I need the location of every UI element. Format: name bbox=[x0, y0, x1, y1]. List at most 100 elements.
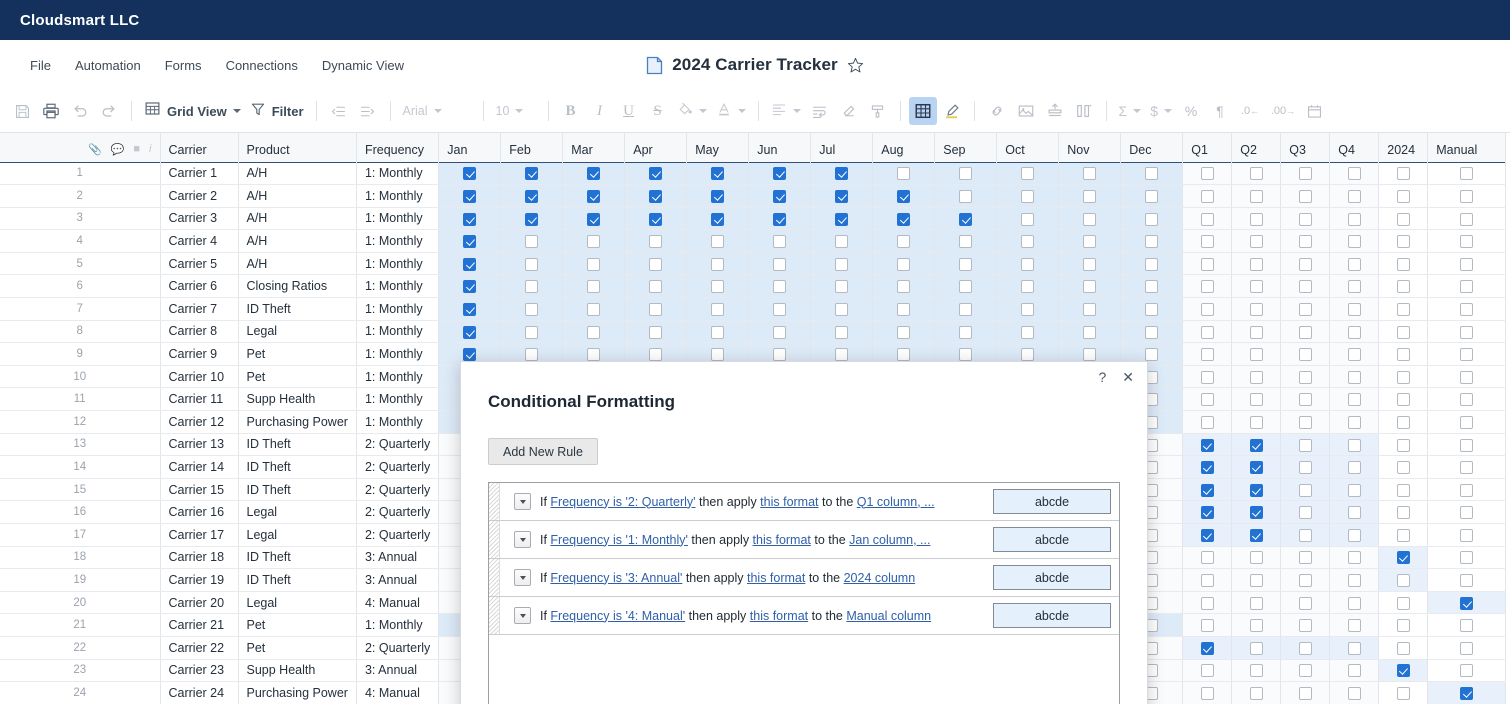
rule-drag-handle[interactable] bbox=[489, 597, 500, 634]
checkbox-unchecked[interactable] bbox=[1298, 438, 1312, 452]
checkbox-checked[interactable] bbox=[1460, 596, 1474, 610]
decrease-decimal-icon[interactable]: .0← bbox=[1235, 97, 1265, 125]
checkbox-unchecked[interactable] bbox=[1298, 528, 1312, 542]
rule-format-preview[interactable]: abcde bbox=[993, 527, 1111, 552]
checkbox-checked[interactable] bbox=[463, 212, 477, 226]
checkbox-cell-jun[interactable] bbox=[748, 162, 812, 186]
frequency-cell[interactable]: 3: Annual bbox=[356, 659, 440, 683]
undo-icon[interactable] bbox=[66, 97, 94, 125]
checkbox-cell-manual[interactable] bbox=[1427, 252, 1507, 276]
product-cell[interactable]: A/H bbox=[238, 252, 357, 276]
checkbox-cell-feb[interactable] bbox=[500, 297, 564, 321]
rule-format-link[interactable]: this format bbox=[753, 533, 811, 547]
checkbox-cell-q4[interactable] bbox=[1329, 568, 1380, 592]
checkbox-unchecked[interactable] bbox=[1396, 280, 1410, 294]
checkbox-unchecked[interactable] bbox=[711, 325, 725, 339]
column-header-jun[interactable]: Jun bbox=[748, 133, 812, 162]
checkbox-unchecked[interactable] bbox=[525, 348, 539, 362]
row-number[interactable]: 6 bbox=[0, 274, 161, 299]
checkbox-cell-q3[interactable] bbox=[1280, 636, 1331, 660]
row-number[interactable]: 14 bbox=[0, 455, 161, 479]
checkbox-unchecked[interactable] bbox=[1021, 325, 1035, 339]
frequency-cell[interactable]: 1: Monthly bbox=[356, 162, 440, 186]
checkbox-cell-q1[interactable] bbox=[1182, 410, 1233, 434]
checkbox-unchecked[interactable] bbox=[1298, 664, 1312, 678]
checkbox-checked[interactable] bbox=[959, 212, 973, 226]
checkbox-unchecked[interactable] bbox=[1347, 664, 1361, 678]
insert-row-icon[interactable] bbox=[1041, 97, 1069, 125]
rule-format-preview[interactable]: abcde bbox=[993, 565, 1111, 590]
row-number[interactable]: 13 bbox=[0, 433, 161, 457]
carrier-cell[interactable]: Carrier 2 bbox=[160, 184, 239, 208]
checkbox-unchecked[interactable] bbox=[1249, 257, 1263, 271]
row-number[interactable]: 22 bbox=[0, 636, 161, 660]
checkbox-cell-manual[interactable] bbox=[1427, 681, 1507, 704]
checkbox-cell-apr[interactable] bbox=[624, 297, 688, 321]
bold-button[interactable]: B bbox=[557, 97, 585, 125]
checkbox-cell-apr[interactable] bbox=[624, 184, 688, 208]
checkbox-unchecked[interactable] bbox=[1200, 415, 1214, 429]
checkbox-unchecked[interactable] bbox=[1396, 528, 1410, 542]
product-cell[interactable]: Purchasing Power bbox=[238, 681, 357, 704]
checkbox-unchecked[interactable] bbox=[1083, 235, 1097, 249]
checkbox-cell-2024[interactable] bbox=[1378, 546, 1429, 570]
checkbox-cell-q1[interactable] bbox=[1182, 455, 1233, 479]
font-family-selector[interactable]: Arial bbox=[399, 97, 475, 125]
checkbox-cell-oct[interactable] bbox=[996, 297, 1060, 321]
checkbox-unchecked[interactable] bbox=[1347, 596, 1361, 610]
checkbox-unchecked[interactable] bbox=[649, 348, 663, 362]
checkbox-cell-may[interactable] bbox=[686, 229, 750, 253]
checkbox-cell-q2[interactable] bbox=[1231, 365, 1282, 389]
menu-item-file[interactable]: File bbox=[18, 54, 63, 77]
checkbox-unchecked[interactable] bbox=[1298, 551, 1312, 565]
checkbox-cell-manual[interactable] bbox=[1427, 523, 1507, 547]
checkbox-cell-q4[interactable] bbox=[1329, 162, 1380, 186]
carrier-cell[interactable]: Carrier 18 bbox=[160, 546, 239, 570]
checkbox-unchecked[interactable] bbox=[959, 280, 973, 294]
checkbox-cell-jul[interactable] bbox=[810, 274, 874, 299]
product-cell[interactable]: Pet bbox=[238, 365, 357, 389]
checkbox-cell-q1[interactable] bbox=[1182, 342, 1233, 366]
checkbox-checked[interactable] bbox=[1396, 664, 1410, 678]
checkbox-cell-q2[interactable] bbox=[1231, 591, 1282, 615]
checkbox-cell-aug[interactable] bbox=[872, 229, 936, 253]
checkbox-cell-nov[interactable] bbox=[1058, 297, 1122, 321]
checkbox-cell-manual[interactable] bbox=[1427, 184, 1507, 208]
checkbox-unchecked[interactable] bbox=[1460, 641, 1474, 655]
checkbox-cell-dec[interactable] bbox=[1120, 274, 1184, 299]
checkbox-unchecked[interactable] bbox=[1200, 325, 1214, 339]
checkbox-unchecked[interactable] bbox=[1347, 167, 1361, 181]
checkbox-unchecked[interactable] bbox=[773, 325, 787, 339]
frequency-cell[interactable]: 1: Monthly bbox=[356, 387, 440, 412]
checkbox-cell-jul[interactable] bbox=[810, 162, 874, 186]
checkbox-cell-2024[interactable] bbox=[1378, 184, 1429, 208]
frequency-cell[interactable]: 2: Quarterly bbox=[356, 523, 440, 547]
checkbox-unchecked[interactable] bbox=[1298, 393, 1312, 407]
add-new-rule-button[interactable]: Add New Rule bbox=[488, 438, 598, 465]
checkbox-checked[interactable] bbox=[649, 212, 663, 226]
checkbox-unchecked[interactable] bbox=[959, 348, 973, 362]
checkbox-unchecked[interactable] bbox=[1200, 280, 1214, 294]
checkbox-cell-q3[interactable] bbox=[1280, 410, 1331, 434]
checkbox-cell-nov[interactable] bbox=[1058, 162, 1122, 186]
checkbox-unchecked[interactable] bbox=[1460, 167, 1474, 181]
checkbox-cell-q2[interactable] bbox=[1231, 681, 1282, 704]
borders-icon[interactable] bbox=[908, 97, 937, 125]
checkbox-cell-q4[interactable] bbox=[1329, 184, 1380, 208]
checkbox-cell-q3[interactable] bbox=[1280, 252, 1331, 276]
checkbox-cell-jul[interactable] bbox=[810, 252, 874, 276]
checkbox-unchecked[interactable] bbox=[1460, 280, 1474, 294]
frequency-cell[interactable]: 1: Monthly bbox=[356, 410, 440, 434]
checkbox-checked[interactable] bbox=[463, 189, 477, 203]
rule-target-link[interactable]: Q1 column, ... bbox=[857, 495, 935, 509]
checkbox-cell-jul[interactable] bbox=[810, 297, 874, 321]
checkbox-unchecked[interactable] bbox=[1298, 325, 1312, 339]
checkbox-unchecked[interactable] bbox=[1460, 551, 1474, 565]
checkbox-cell-q4[interactable] bbox=[1329, 410, 1380, 434]
print-icon[interactable] bbox=[37, 97, 65, 125]
checkbox-cell-q1[interactable] bbox=[1182, 591, 1233, 615]
checkbox-cell-manual[interactable] bbox=[1427, 297, 1507, 321]
checkbox-cell-oct[interactable] bbox=[996, 320, 1060, 344]
italic-button[interactable]: I bbox=[586, 97, 614, 125]
checkbox-checked[interactable] bbox=[1249, 438, 1263, 452]
